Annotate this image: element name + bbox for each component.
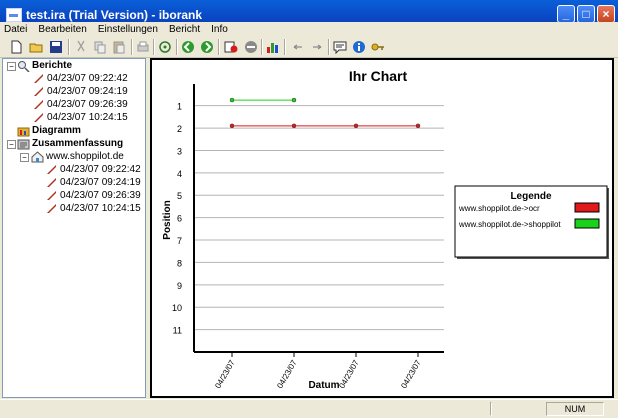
y-axis-label: Position	[162, 200, 173, 239]
go-forward-icon[interactable]	[200, 40, 214, 54]
tree-site[interactable]: www.shoppilot.de	[46, 151, 124, 163]
stop-icon[interactable]	[244, 40, 258, 54]
close-button[interactable]: ×	[597, 5, 615, 23]
report-icon[interactable]	[224, 40, 238, 54]
pencil-icon	[34, 74, 43, 83]
go-back-icon[interactable]	[181, 40, 195, 54]
menu-bar: Datei Bearbeiten Einstellungen Bericht I…	[0, 22, 618, 37]
tree-report-item[interactable]: 04/23/07 09:26:39	[47, 99, 128, 111]
status-bar: NUM	[0, 399, 618, 418]
tree-report-item[interactable]: 04/23/07 09:26:39	[60, 190, 141, 202]
pencil-icon	[34, 100, 43, 109]
collapse-site-toggle[interactable]: −	[20, 153, 29, 162]
target-icon[interactable]	[158, 40, 172, 54]
pencil-icon	[47, 178, 56, 187]
x-tick-label: 04/23/07	[399, 358, 423, 390]
chart-icon[interactable]	[266, 40, 280, 54]
y-tick-label: 4	[177, 169, 182, 179]
menu-bericht[interactable]: Bericht	[165, 22, 204, 37]
num-lock-indicator: NUM	[546, 402, 604, 416]
y-tick-label: 8	[177, 258, 182, 268]
data-point	[229, 123, 235, 129]
pencil-icon	[34, 87, 43, 96]
pencil-icon	[47, 204, 56, 213]
data-point	[291, 123, 297, 129]
legend-title: Legende	[510, 191, 552, 202]
menu-info[interactable]: Info	[207, 22, 232, 37]
tree-report-item[interactable]: 04/23/07 09:22:42	[47, 73, 128, 85]
x-tick-label: 04/23/07	[337, 358, 361, 390]
report-tree: − Berichte 04/23/07 09:22:42 04/23/07 09…	[2, 58, 146, 398]
toolbar	[0, 37, 618, 58]
magnifier-icon	[18, 61, 30, 72]
new-document-icon[interactable]	[9, 40, 23, 54]
y-tick-label: 6	[177, 214, 182, 224]
y-tick-label: 2	[177, 124, 182, 134]
diagram-icon	[17, 127, 30, 137]
legend-swatch	[574, 218, 600, 229]
tree-report-item[interactable]: 04/23/07 10:24:15	[47, 112, 128, 124]
legend-item-label: www.shoppilot.de->ocr	[458, 204, 540, 213]
y-tick-label: 9	[177, 281, 182, 291]
pencil-icon	[47, 165, 56, 174]
x-tick-label: 04/23/07	[275, 358, 299, 390]
maximize-button[interactable]: □	[577, 5, 595, 23]
x-axis-label: Datum	[308, 380, 339, 391]
comment-icon[interactable]	[333, 40, 347, 54]
copy-icon[interactable]	[93, 40, 107, 54]
data-point	[353, 123, 359, 129]
y-tick-label: 11	[173, 326, 182, 336]
open-folder-icon[interactable]	[29, 40, 43, 54]
minimize-button[interactable]: _	[557, 5, 575, 23]
key-icon[interactable]	[371, 40, 385, 54]
tree-zusammenfassung[interactable]: Zusammenfassung	[32, 138, 123, 150]
y-tick-label: 1	[177, 102, 182, 112]
chart-panel: Ihr Chart 1 2 3 4 5 6 7 8 9 10 11 04/23/07 04/23/07 04…	[150, 58, 614, 398]
x-tick-label: 04/23/07	[213, 358, 237, 390]
y-tick-label: 7	[177, 236, 182, 246]
paste-icon[interactable]	[112, 40, 126, 54]
redo-icon[interactable]	[310, 40, 324, 54]
tree-report-item[interactable]: 04/23/07 09:24:19	[60, 177, 141, 189]
collapse-berichte-toggle[interactable]: −	[7, 62, 16, 71]
tree-diagramm[interactable]: Diagramm	[32, 125, 81, 137]
tree-report-item[interactable]: 04/23/07 09:22:42	[60, 164, 141, 176]
data-point	[415, 123, 421, 129]
data-point	[229, 97, 235, 103]
window-title: test.ira (Trial Version) - iborank	[26, 8, 203, 22]
info-icon[interactable]	[352, 40, 366, 54]
chart: Ihr Chart 1 2 3 4 5 6 7 8 9 10 11 04/23/07 04/23/07 04…	[162, 68, 609, 391]
summary-icon	[17, 139, 30, 150]
legend-swatch	[574, 202, 600, 213]
print-icon[interactable]	[136, 40, 150, 54]
tree-report-item[interactable]: 04/23/07 09:24:19	[47, 86, 128, 98]
tree-report-item[interactable]: 04/23/07 10:24:15	[60, 203, 141, 215]
tree-berichte[interactable]: Berichte	[32, 60, 72, 72]
legend-item-label: www.shoppilot.de->shoppilot	[458, 220, 561, 229]
save-icon[interactable]	[49, 40, 63, 54]
menu-bearbeiten[interactable]: Bearbeiten	[34, 22, 90, 37]
house-icon	[31, 151, 44, 163]
undo-icon[interactable]	[291, 40, 305, 54]
collapse-zusammenfassung-toggle[interactable]: −	[7, 140, 16, 149]
pencil-icon	[47, 191, 56, 200]
menu-datei[interactable]: Datei	[0, 22, 31, 37]
data-point	[291, 97, 297, 103]
cut-icon[interactable]	[74, 40, 88, 54]
app-icon	[6, 8, 22, 22]
y-tick-label: 10	[172, 303, 182, 313]
y-tick-label: 3	[177, 146, 182, 156]
pencil-icon	[34, 113, 43, 122]
y-tick-label: 5	[177, 191, 182, 201]
menu-einstellungen[interactable]: Einstellungen	[94, 22, 162, 37]
chart-title: Ihr Chart	[349, 68, 408, 84]
